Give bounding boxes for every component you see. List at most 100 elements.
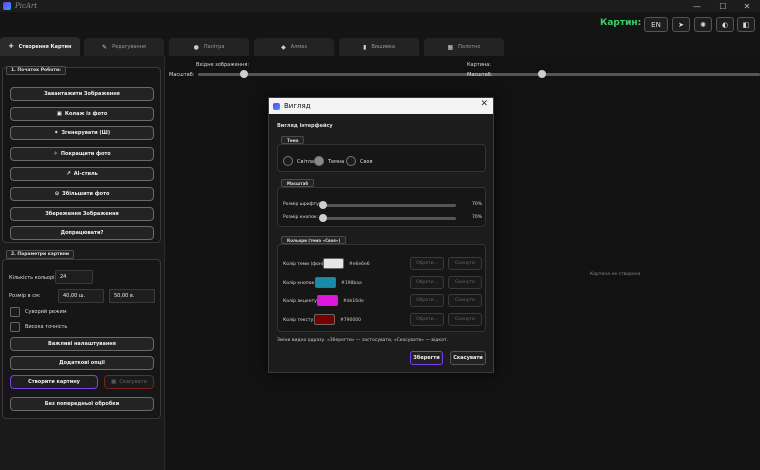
minimize-button[interactable]: — — [684, 0, 710, 12]
tab-palette[interactable]: ● Палітра — [169, 38, 249, 56]
color-text-choose-button[interactable]: Обрати... — [410, 313, 444, 326]
save-image-button[interactable]: Збереження Зображення — [10, 207, 154, 221]
picture-scale-label: Масштаб: — [467, 72, 493, 78]
input-image-label: Вхідне зображення: — [196, 62, 250, 68]
tab-embroidery[interactable]: ▮ Вишивка — [339, 38, 419, 56]
maximize-button[interactable]: ☐ — [710, 0, 736, 12]
collage-button[interactable]: ▣ Колаж із фото — [10, 107, 154, 121]
tab-bar: ✚ Створення Картин ✎ Редагування ● Палітра … — [0, 36, 760, 56]
section-start-title: 1. Початок Роботи: — [6, 66, 66, 75]
color-buttons-swatch[interactable] — [315, 277, 336, 288]
scale-section — [277, 187, 486, 227]
button-label: AI-стиль — [73, 171, 98, 177]
canvas-empty-message: Картина не створена — [590, 272, 641, 277]
enhance-photo-button[interactable]: ✧ Покращити фото — [10, 147, 154, 161]
tab-label: Вишивка — [371, 44, 395, 50]
button-size-slider[interactable] — [321, 217, 456, 220]
color-buttons-reset-button[interactable]: Скинути — [448, 276, 482, 289]
font-size-value: 70% — [472, 202, 483, 207]
high-precision-checkbox[interactable] — [10, 322, 20, 332]
tab-canvas[interactable]: ▦ Полотно — [424, 38, 504, 56]
app-logo-icon — [273, 102, 280, 110]
wand-icon: ↗ — [66, 171, 71, 177]
palette-icon[interactable]: ◐ — [716, 17, 734, 32]
button-label: Важливі налаштування — [48, 341, 116, 347]
color-theme-swatch[interactable] — [323, 258, 344, 269]
button-label: Додаткові опції — [59, 360, 105, 366]
upscale-button[interactable]: ⊙ Збільшити фото — [10, 187, 154, 201]
tab-edit[interactable]: ✎ Редагування — [84, 38, 164, 56]
create-picture-button[interactable]: Створити картину — [10, 375, 98, 389]
appearance-dialog: Вигляд ✕ Вигляд інтерфейсу Тема Світла Т… — [268, 97, 494, 373]
color-accent-swatch[interactable] — [317, 295, 338, 306]
theme-dark-radio[interactable] — [314, 156, 324, 166]
theme-header: Тема — [281, 136, 305, 144]
colors-count-input[interactable]: 24 — [55, 270, 93, 284]
picture-scale-slider[interactable] — [496, 73, 760, 76]
important-settings-button[interactable]: Важливі налаштування — [10, 337, 154, 351]
theme-light-radio[interactable] — [283, 156, 293, 166]
pencil-icon: ✎ — [102, 43, 108, 51]
button-label: Створити картину — [28, 379, 80, 385]
color-theme-choose-button[interactable]: Обрати... — [410, 257, 444, 270]
collage-icon: ▣ — [56, 111, 62, 117]
dialog-save-button[interactable]: Зберегти — [410, 351, 443, 365]
cancel-create-button[interactable]: ■ Скасувати — [104, 375, 154, 389]
settings-icon[interactable]: ✺ — [694, 17, 712, 32]
color-buttons-choose-button[interactable]: Обрати... — [410, 276, 444, 289]
section-params-title: 2. Параметри картини — [6, 250, 75, 259]
tab-label: Створення Картин — [18, 43, 72, 50]
dialog-cancel-button[interactable]: Скасувати — [450, 351, 486, 365]
magnify-icon: ⊙ — [54, 191, 60, 197]
send-icon[interactable]: ➤ — [672, 17, 690, 32]
picture-scale-knob[interactable] — [538, 70, 546, 78]
panel-toggle-icon[interactable]: ◧ — [737, 17, 755, 32]
ai-style-button[interactable]: ↗ AI-стиль — [10, 167, 154, 181]
dialog-title: Вигляд — [284, 102, 311, 110]
header-bar: Картин: 63 EN ➤ ✺ ◐ ◧ — [0, 12, 760, 36]
input-scale-knob[interactable] — [240, 70, 248, 78]
color-theme-label: Колір теми (фон): — [283, 262, 326, 267]
input-scale-label: Масштаб: — [169, 72, 195, 78]
no-preprocessing-button[interactable]: Без попередньої обробки — [10, 397, 154, 411]
generate-button[interactable]: ✦ Згенерувати (Ш) — [10, 126, 154, 140]
button-label: Збереження Зображення — [45, 211, 119, 217]
language-button[interactable]: EN — [644, 17, 668, 32]
button-label: Без попередньої обробки — [44, 401, 120, 407]
theme-section — [277, 144, 486, 172]
button-label: Допрацювати? — [60, 230, 104, 236]
canvas-icon: ▦ — [447, 43, 454, 51]
dialog-close-icon[interactable]: ✕ — [480, 99, 488, 109]
tab-diamond[interactable]: ◆ Алмаз — [254, 38, 334, 56]
font-size-label: Розмір шрифту: — [283, 202, 321, 207]
color-accent-reset-button[interactable]: Скинути — [448, 294, 482, 307]
title-bar: PicArt — ☐ ✕ — [0, 0, 760, 12]
app-title: PicArt — [15, 2, 38, 10]
color-text-reset-button[interactable]: Скинути — [448, 313, 482, 326]
refine-button[interactable]: Допрацювати? — [10, 226, 154, 240]
tab-create[interactable]: ✚ Створення Картин — [0, 37, 80, 56]
strict-mode-checkbox[interactable] — [10, 307, 20, 317]
button-size-label: Розмір кнопок: — [283, 215, 319, 220]
theme-dark-label: Темна — [328, 159, 345, 165]
color-theme-reset-button[interactable]: Скинути — [448, 257, 482, 270]
width-input[interactable]: 40,00 ш. — [58, 289, 104, 303]
close-button[interactable]: ✕ — [734, 0, 760, 12]
sparkle-icon: ✦ — [53, 130, 59, 136]
font-size-knob[interactable] — [319, 201, 327, 209]
button-label: Згенерувати (Ш) — [61, 130, 111, 136]
stop-icon: ■ — [111, 379, 117, 385]
theme-custom-radio[interactable] — [346, 156, 356, 166]
load-image-button[interactable]: Завантажити Зображення — [10, 87, 154, 101]
button-size-knob[interactable] — [319, 214, 327, 222]
extra-options-button[interactable]: Додаткові опції — [10, 356, 154, 370]
color-accent-hex: #de16de — [343, 299, 364, 304]
color-accent-choose-button[interactable]: Обрати... — [410, 294, 444, 307]
left-panel: 1. Початок Роботи: Завантажити Зображенн… — [0, 56, 165, 470]
height-input[interactable]: 50,00 в. — [109, 289, 155, 303]
color-buttons-hex: #198baa — [341, 281, 362, 286]
color-accent-label: Колір акценту: — [283, 299, 319, 304]
font-size-slider[interactable] — [321, 204, 456, 207]
color-text-swatch[interactable] — [314, 314, 335, 325]
button-label: Збільшити фото — [62, 191, 110, 197]
